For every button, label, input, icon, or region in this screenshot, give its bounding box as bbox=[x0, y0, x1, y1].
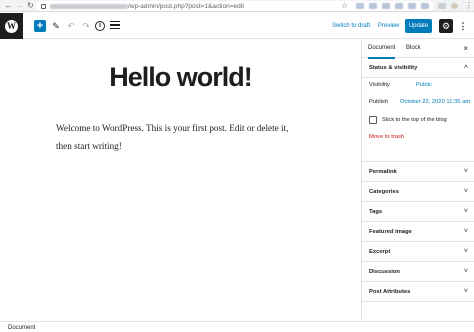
edit-tool-icon[interactable]: ✎ bbox=[50, 20, 62, 32]
chevron-down-icon: ˅ bbox=[463, 268, 468, 275]
extension-icon[interactable] bbox=[382, 3, 390, 9]
settings-gear-icon[interactable]: ⚙ bbox=[439, 19, 453, 33]
panel-title: Discussion bbox=[369, 269, 400, 275]
settings-sidebar: Document Block × Status & visibility ˄ V… bbox=[361, 40, 474, 322]
switch-to-draft-button[interactable]: Switch to draft bbox=[332, 20, 370, 32]
panel-categories[interactable]: Categories ˅ bbox=[362, 182, 474, 202]
tab-document[interactable]: Document bbox=[368, 40, 396, 59]
browser-menu-icon[interactable]: ⋮ bbox=[465, 0, 473, 12]
url-path: /wp-admin/post.php?post=1&action=edit bbox=[128, 2, 244, 10]
chevron-down-icon: ˅ bbox=[463, 248, 468, 255]
panel-post-attributes[interactable]: Post Attributes ˅ bbox=[362, 282, 474, 302]
publish-label: Publish bbox=[369, 99, 389, 105]
profile-avatar[interactable] bbox=[451, 3, 458, 9]
reload-icon[interactable]: ↻ bbox=[25, 0, 36, 12]
editor-header: W + ✎ ↶ ↷ i Switch to draft Preview Upda… bbox=[0, 13, 474, 39]
block-navigation-icon[interactable] bbox=[110, 21, 120, 31]
undo-icon[interactable]: ↶ bbox=[65, 20, 77, 32]
chevron-down-icon: ˅ bbox=[463, 288, 468, 295]
back-icon[interactable]: ← bbox=[3, 0, 14, 12]
panel-title: Tags bbox=[369, 209, 383, 215]
extension-icon[interactable] bbox=[369, 3, 377, 9]
post-title[interactable]: Hello world! bbox=[0, 62, 361, 93]
wordpress-logo-icon: W bbox=[5, 19, 18, 33]
panel-title: Post Attributes bbox=[369, 289, 411, 295]
panel-permalink[interactable]: Permalink ˅ bbox=[362, 162, 474, 182]
chevron-down-icon: ˅ bbox=[463, 208, 468, 215]
extension-icon[interactable] bbox=[421, 3, 429, 9]
panel-excerpt[interactable]: Excerpt ˅ bbox=[362, 242, 474, 262]
block-breadcrumb-bar: Document bbox=[0, 321, 474, 332]
move-to-trash-button[interactable]: Move to trash bbox=[369, 134, 404, 140]
preview-button[interactable]: Preview bbox=[378, 20, 399, 32]
publish-date-toggle[interactable]: October 22, 2020 11:35 am bbox=[400, 99, 470, 105]
extension-icon[interactable] bbox=[438, 3, 446, 9]
add-block-button[interactable]: + bbox=[34, 20, 46, 32]
paragraph-block[interactable]: Welcome to WordPress. This is your first… bbox=[56, 119, 306, 155]
wordpress-logo-button[interactable]: W bbox=[0, 13, 23, 39]
more-options-icon[interactable]: ⋮ bbox=[458, 19, 468, 33]
close-icon[interactable]: × bbox=[463, 40, 468, 57]
extension-icon[interactable] bbox=[408, 3, 416, 9]
blurred-domain bbox=[50, 3, 128, 9]
redo-icon[interactable]: ↷ bbox=[80, 20, 92, 32]
visibility-label: Visibility bbox=[369, 82, 390, 88]
panel-tags[interactable]: Tags ˅ bbox=[362, 202, 474, 222]
visibility-toggle[interactable]: Public bbox=[416, 82, 432, 88]
update-button[interactable]: Update bbox=[405, 19, 432, 33]
extension-icon[interactable] bbox=[356, 3, 364, 9]
chevron-down-icon: ˅ bbox=[463, 188, 468, 195]
info-icon[interactable]: i bbox=[95, 21, 105, 31]
extension-icon[interactable] bbox=[395, 3, 403, 9]
chevron-down-icon: ˅ bbox=[463, 228, 468, 235]
panel-title: Excerpt bbox=[369, 249, 391, 255]
panel-title: Status & visibility bbox=[369, 65, 418, 71]
panel-title: Categories bbox=[369, 189, 399, 195]
forward-icon[interactable]: → bbox=[14, 0, 25, 12]
panel-discussion[interactable]: Discussion ˅ bbox=[362, 262, 474, 282]
stick-to-top-checkbox[interactable] bbox=[369, 116, 377, 124]
tab-block[interactable]: Block bbox=[406, 40, 421, 57]
editor-canvas: Hello world! Welcome to WordPress. This … bbox=[0, 40, 361, 322]
panel-title: Featured image bbox=[369, 229, 412, 235]
panel-status-visibility[interactable]: Status & visibility ˄ bbox=[362, 58, 474, 78]
panel-featured-image[interactable]: Featured image ˅ bbox=[362, 222, 474, 242]
breadcrumb-document[interactable]: Document bbox=[8, 323, 35, 332]
bookmark-star-icon[interactable]: ☆ bbox=[341, 0, 348, 12]
chevron-down-icon: ˅ bbox=[463, 168, 468, 175]
stick-to-top-label: Stick to the top of the blog bbox=[382, 117, 447, 123]
chevron-up-icon: ˄ bbox=[463, 64, 468, 71]
status-visibility-body: Visibility Public Publish October 22, 20… bbox=[362, 78, 474, 162]
sidebar-tabs: Document Block × bbox=[362, 40, 474, 59]
panel-title: Permalink bbox=[369, 169, 397, 175]
lock-icon bbox=[41, 3, 46, 9]
browser-toolbar: ← → ↻ /wp-admin/post.php?post=1&action=e… bbox=[0, 0, 474, 12]
